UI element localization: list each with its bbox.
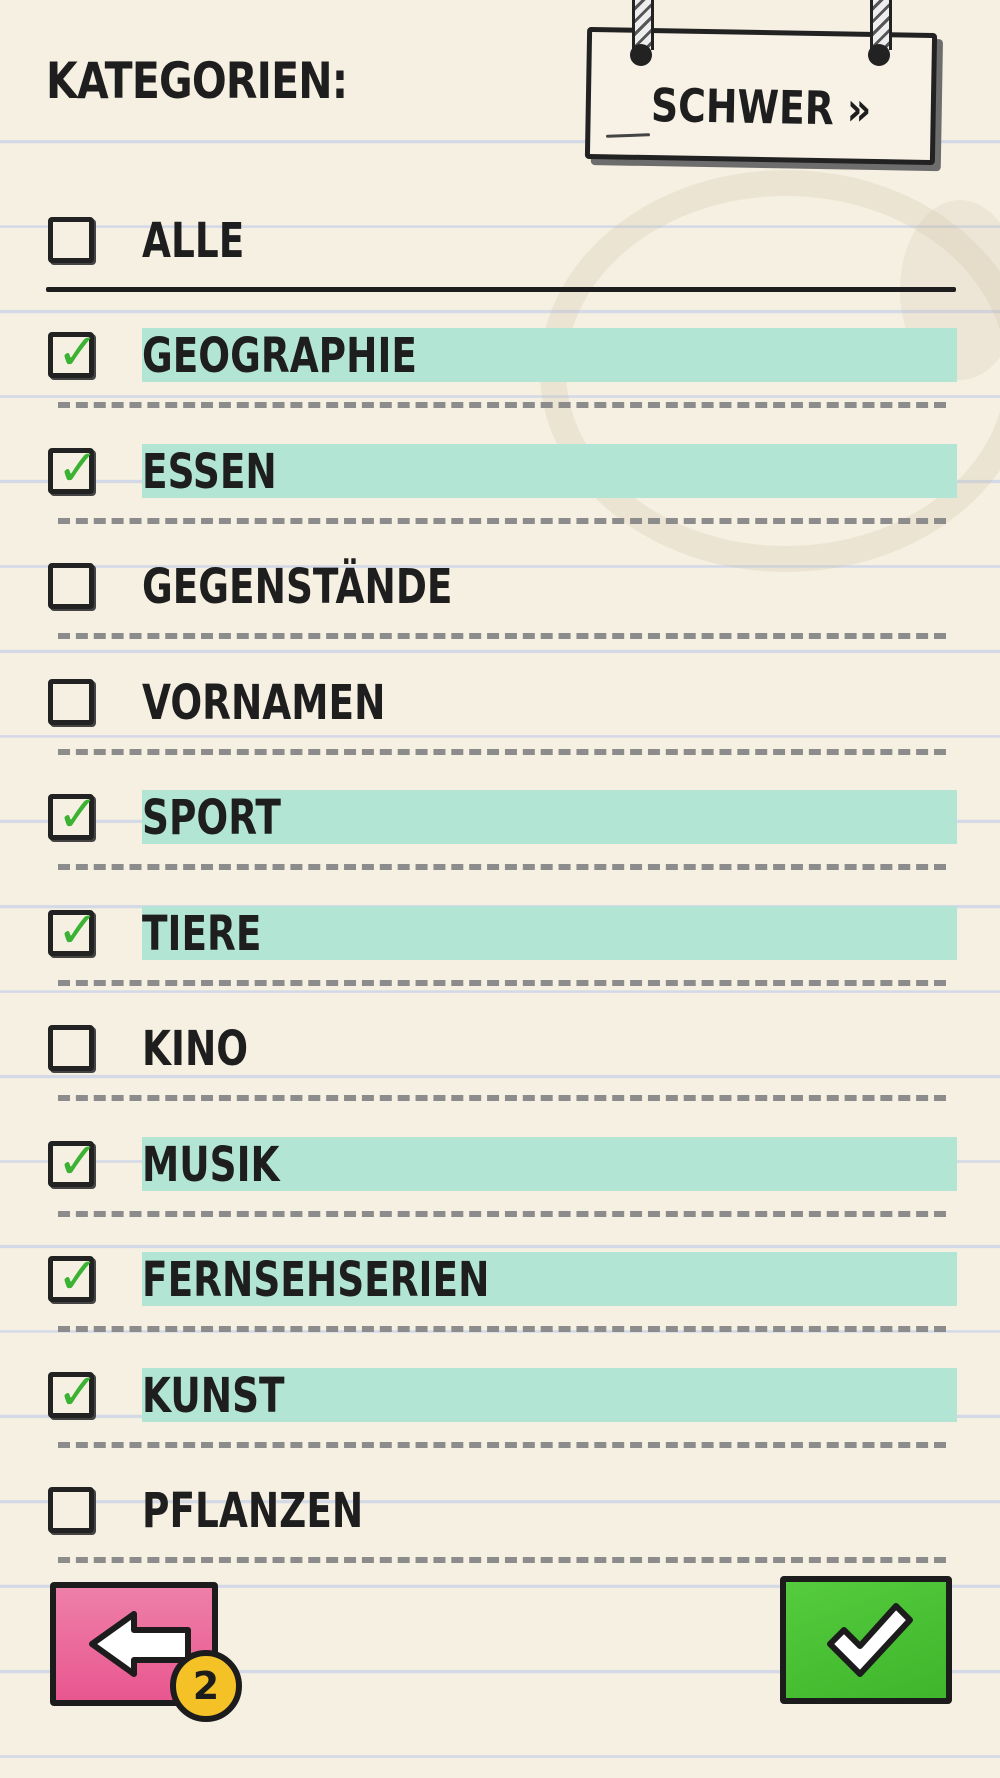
category-row[interactable]: ✓ SPORT (46, 760, 957, 860)
category-label: ALLE (142, 213, 245, 269)
difficulty-label: SCHWER » (650, 78, 872, 136)
checkmark-icon: ✓ (57, 1362, 99, 1421)
checkmark-icon: ✓ (57, 1247, 99, 1305)
checkmark-icon: ✓ (57, 900, 99, 959)
category-label: ESSEN (142, 443, 277, 500)
nail-icon (630, 44, 652, 66)
checkbox[interactable] (48, 1487, 94, 1533)
checkbox-checked[interactable]: ✓ (48, 789, 99, 840)
coin-cost-badge: 2 (170, 1650, 242, 1722)
divider (46, 287, 956, 292)
checkmark-icon (827, 1603, 913, 1677)
confirm-button[interactable] (780, 1576, 952, 1704)
category-label: PFLANZEN (142, 1483, 364, 1539)
category-row-all[interactable]: ALLE (46, 183, 956, 283)
category-row[interactable]: ✓ MUSIK (46, 1107, 957, 1207)
dashed-divider (58, 517, 946, 524)
checkbox[interactable] (48, 1025, 94, 1071)
category-label: SPORT (142, 790, 281, 846)
category-row[interactable]: ✓ GEOGRAPHIE (46, 298, 957, 398)
selected-highlight (142, 905, 957, 960)
page-title: KATEGORIEN: (46, 52, 348, 110)
dashed-divider (58, 402, 946, 408)
dashed-divider (58, 1210, 946, 1217)
checkmark-icon: ✓ (57, 323, 99, 381)
category-row[interactable]: VORNAMEN (46, 645, 956, 745)
checkbox-checked[interactable]: ✓ (48, 1367, 99, 1418)
category-label: KINO (142, 1021, 249, 1077)
difficulty-sign-button[interactable]: SCHWER » (584, 0, 942, 168)
category-row[interactable]: ✓ KUNST (46, 1338, 957, 1438)
rope-icon (632, 0, 654, 50)
checkbox-checked[interactable]: ✓ (48, 443, 99, 494)
checkmark-icon: ✓ (57, 785, 99, 843)
checkbox-checked[interactable]: ✓ (48, 905, 99, 956)
category-row[interactable]: GEGENSTÄNDE (46, 529, 956, 629)
dashed-divider (58, 1441, 946, 1448)
category-row[interactable]: ✓ TIERE (46, 876, 957, 976)
dashed-divider (58, 748, 946, 755)
category-row[interactable]: ✓ FERNSEHSERIEN (46, 1222, 957, 1322)
category-row[interactable]: ✓ ESSEN (46, 414, 957, 514)
dashed-divider (58, 1326, 946, 1332)
category-row[interactable]: KINO (46, 991, 956, 1091)
category-label: GEGENSTÄNDE (142, 559, 453, 615)
checkbox-checked[interactable]: ✓ (48, 1136, 99, 1187)
checkbox[interactable] (48, 678, 94, 725)
rope-icon (870, 0, 892, 50)
category-label: TIERE (142, 905, 262, 962)
nail-icon (868, 44, 890, 66)
category-label: GEOGRAPHIE (142, 328, 417, 384)
dashed-divider (58, 864, 946, 870)
checkbox[interactable] (48, 563, 94, 609)
checkmark-icon: ✓ (57, 1131, 99, 1190)
coin-cost-value: 2 (192, 1664, 220, 1708)
dashed-divider (58, 1095, 946, 1101)
dashed-divider (58, 1557, 946, 1563)
category-row[interactable]: PFLANZEN (46, 1453, 956, 1553)
checkmark-icon: ✓ (57, 438, 99, 497)
dashed-divider (58, 633, 946, 639)
category-label: KUNST (142, 1367, 285, 1424)
category-label: VORNAMEN (142, 674, 386, 731)
category-label: MUSIK (142, 1136, 280, 1193)
category-label: FERNSEHSERIEN (142, 1252, 490, 1308)
checkbox[interactable] (48, 217, 94, 263)
dashed-divider (58, 979, 946, 986)
checkbox-checked[interactable]: ✓ (48, 1251, 99, 1302)
checkbox-checked[interactable]: ✓ (48, 327, 99, 378)
